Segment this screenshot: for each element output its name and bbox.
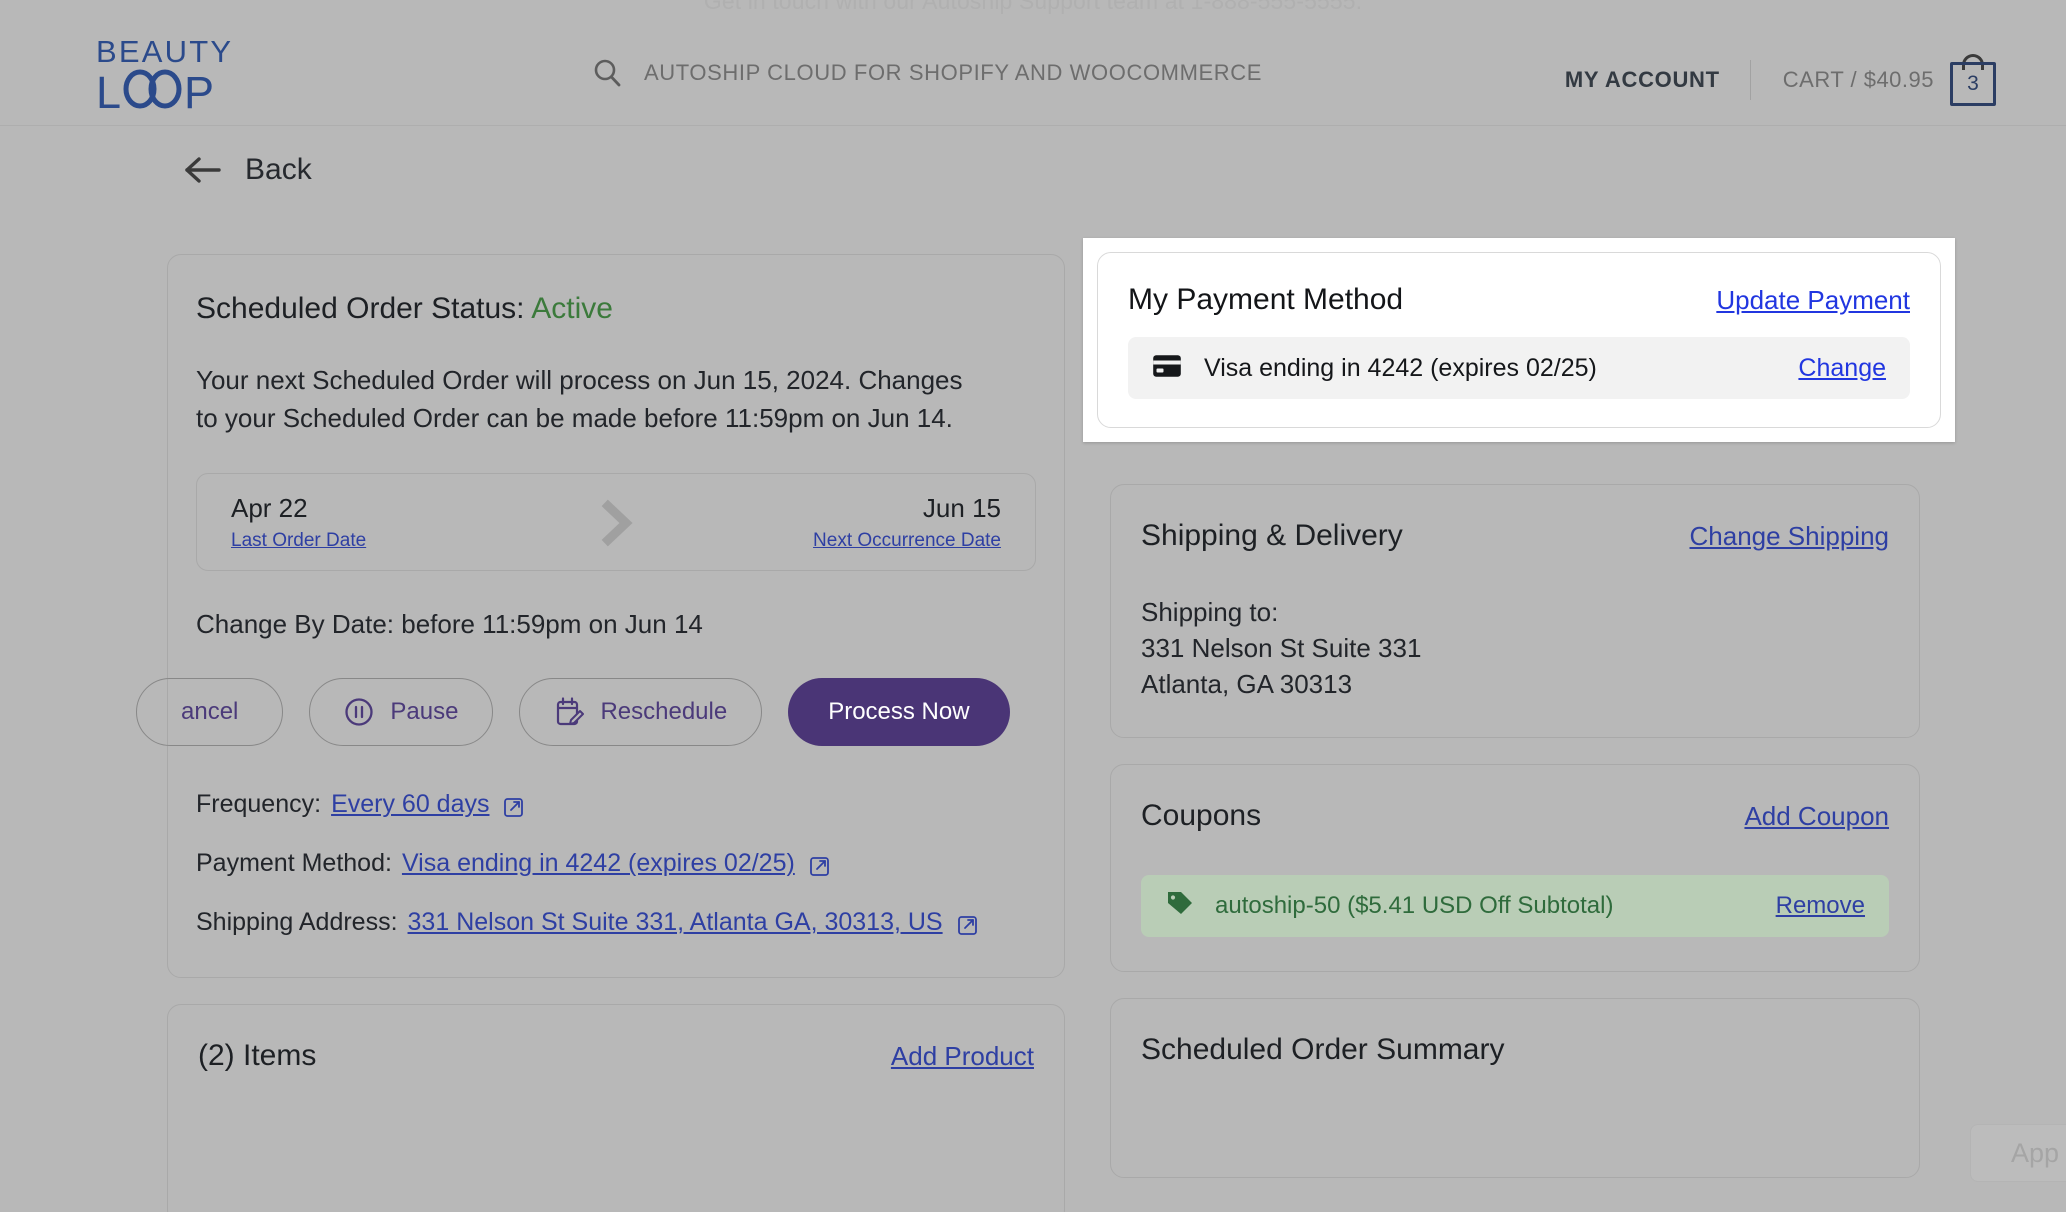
brand-line-loop: L P: [96, 69, 233, 116]
order-action-buttons: ancel Pause Reschedule Process Now: [136, 678, 1036, 747]
pause-icon: [344, 697, 374, 727]
header-right-nav: MY ACCOUNT CART / $40.95 3: [1565, 54, 1996, 106]
detail-frequency: Frequency: Every 60 days: [196, 790, 1036, 819]
next-occurrence-date-group: Jun 15 Next Occurrence Date: [813, 493, 1001, 552]
page-root: Get in touch with our Autoship Support t…: [0, 0, 2066, 1212]
payment-method-row: Visa ending in 4242 (expires 02/25) Chan…: [1128, 337, 1910, 399]
brand-logo[interactable]: BEAUTY L P: [96, 36, 233, 116]
pause-button-label: Pause: [390, 698, 459, 726]
process-now-button[interactable]: Process Now: [788, 678, 1010, 747]
add-coupon-link[interactable]: Add Coupon: [1744, 801, 1889, 832]
change-payment-link[interactable]: Change: [1798, 354, 1886, 383]
status-description: Your next Scheduled Order will process o…: [196, 365, 963, 433]
order-dates-box: Apr 22 Last Order Date Jun 15 Next Occur…: [196, 473, 1036, 572]
chevron-right-icon: [594, 498, 638, 553]
header-search[interactable]: AUTOSHIP CLOUD FOR SHOPIFY AND WOOCOMMER…: [592, 58, 1262, 88]
back-button[interactable]: Back: [183, 153, 312, 187]
scheduled-order-summary-card: Scheduled Order Summary: [1110, 997, 1920, 1178]
add-product-link[interactable]: Add Product: [891, 1041, 1034, 1072]
summary-card-title: Scheduled Order Summary: [1141, 1032, 1505, 1066]
detail-shipping-address-label: Shipping Address:: [196, 908, 398, 937]
announcement-text: Get in touch with our Autoship Support t…: [703, 0, 1363, 14]
reschedule-button-label: Reschedule: [600, 698, 728, 726]
scheduled-order-status-card: Scheduled Order Status: Active Your next…: [136, 254, 1065, 979]
change-by-date-text: Change By Date: before 11:59pm on Jun 14: [196, 609, 703, 640]
brand-line-beauty: BEAUTY: [96, 34, 234, 69]
pause-button[interactable]: Pause: [309, 678, 494, 747]
cancel-button[interactable]: ancel: [136, 678, 284, 747]
shipping-card-header: Shipping & Delivery Change Shipping: [1141, 519, 1889, 553]
credit-card-icon: [1152, 354, 1182, 383]
detail-frequency-link[interactable]: Every 60 days: [331, 790, 489, 819]
search-input-text[interactable]: AUTOSHIP CLOUD FOR SHOPIFY AND WOOCOMMER…: [644, 60, 1262, 86]
next-occurrence-date-link[interactable]: Next Occurrence Date: [813, 530, 1001, 552]
tag-icon: [1165, 888, 1195, 923]
shipping-delivery-card: Shipping & Delivery Change Shipping Ship…: [1110, 484, 1920, 738]
infinity-icon: [123, 69, 183, 116]
search-icon[interactable]: [592, 58, 622, 88]
detail-payment-method: Payment Method: Visa ending in 4242 (exp…: [196, 849, 1036, 878]
external-link-icon[interactable]: [503, 796, 525, 818]
detail-frequency-label: Frequency:: [196, 790, 322, 819]
coupons-card-title: Coupons: [1141, 798, 1262, 832]
announcement-bar: Get in touch with our Autoship Support t…: [0, 0, 2066, 18]
brand-letter-l: L: [96, 67, 123, 118]
detail-payment-method-link[interactable]: Visa ending in 4242 (expires 02/25): [402, 849, 795, 878]
status-title-label: Scheduled Order Status:: [196, 292, 525, 325]
last-order-date-group: Apr 22 Last Order Date: [231, 493, 366, 552]
detail-shipping-address-link[interactable]: 331 Nelson St Suite 331, Atlanta GA, 303…: [408, 908, 943, 937]
my-payment-method-card: My Payment Method Update Payment Visa en…: [1097, 252, 1941, 428]
payment-card-header: My Payment Method Update Payment: [1128, 283, 1910, 317]
cart-total-label[interactable]: CART / $40.95: [1751, 67, 1950, 93]
arrow-left-icon: [183, 155, 223, 185]
reschedule-button[interactable]: Reschedule: [519, 678, 763, 747]
calendar-edit-icon: [554, 696, 585, 728]
process-now-button-label: Process Now: [828, 698, 970, 726]
next-occurrence-date-value: Jun 15: [922, 492, 1001, 523]
external-link-icon[interactable]: [957, 914, 979, 936]
back-label: Back: [245, 153, 312, 186]
items-card: (2) Items Add Product: [167, 1004, 1065, 1212]
brand-letter-p: P: [184, 67, 216, 118]
status-title: Scheduled Order Status: Active: [196, 292, 1036, 326]
coupons-card-header: Coupons Add Coupon: [1141, 799, 1889, 833]
apply-button-ghost[interactable]: App: [1970, 1124, 2066, 1182]
payment-method-row-left: Visa ending in 4242 (expires 02/25): [1152, 354, 1597, 383]
left-column: Scheduled Order Status: Active Your next…: [136, 254, 1065, 1212]
shipping-to-label: Shipping to:: [1141, 597, 1279, 627]
payment-card-title: My Payment Method: [1128, 283, 1404, 316]
status-badge: Active: [531, 292, 613, 325]
external-link-icon[interactable]: [809, 855, 831, 877]
shipping-address-line2: Atlanta, GA 30313: [1141, 668, 1353, 699]
cancel-button-label: ancel: [181, 698, 239, 726]
cart-bag-icon[interactable]: 3: [1950, 54, 1996, 106]
change-shipping-link[interactable]: Change Shipping: [1690, 521, 1890, 552]
last-order-date-value: Apr 22: [231, 492, 308, 523]
shipping-address-line1: 331 Nelson St Suite 331: [1141, 632, 1422, 663]
remove-coupon-link[interactable]: Remove: [1776, 892, 1865, 920]
coupon-text: autoship-50 ($5.41 USD Off Subtotal): [1215, 891, 1614, 919]
shipping-card-title: Shipping & Delivery: [1141, 519, 1403, 552]
coupon-row: autoship-50 ($5.41 USD Off Subtotal) Rem…: [1141, 874, 1889, 937]
items-title: (2) Items: [198, 1039, 317, 1073]
coupon-row-left: autoship-50 ($5.41 USD Off Subtotal): [1165, 888, 1613, 923]
update-payment-link[interactable]: Update Payment: [1716, 285, 1910, 316]
last-order-date-link[interactable]: Last Order Date: [231, 530, 366, 552]
cart-count-badge: 3: [1950, 62, 1996, 106]
payment-method-text: Visa ending in 4242 (expires 02/25): [1204, 353, 1597, 382]
site-header: BEAUTY L P AUTOSHIP CLOUD FOR SHOPIFY AN…: [0, 18, 2066, 126]
my-account-link[interactable]: MY ACCOUNT: [1565, 67, 1750, 93]
detail-shipping-address: Shipping Address: 331 Nelson St Suite 33…: [196, 908, 1036, 937]
detail-payment-method-label: Payment Method:: [196, 849, 392, 878]
coupons-card: Coupons Add Coupon autoship-50 ($5.41 US…: [1110, 763, 1920, 972]
payment-method-spotlight: My Payment Method Update Payment Visa en…: [1083, 238, 1955, 442]
